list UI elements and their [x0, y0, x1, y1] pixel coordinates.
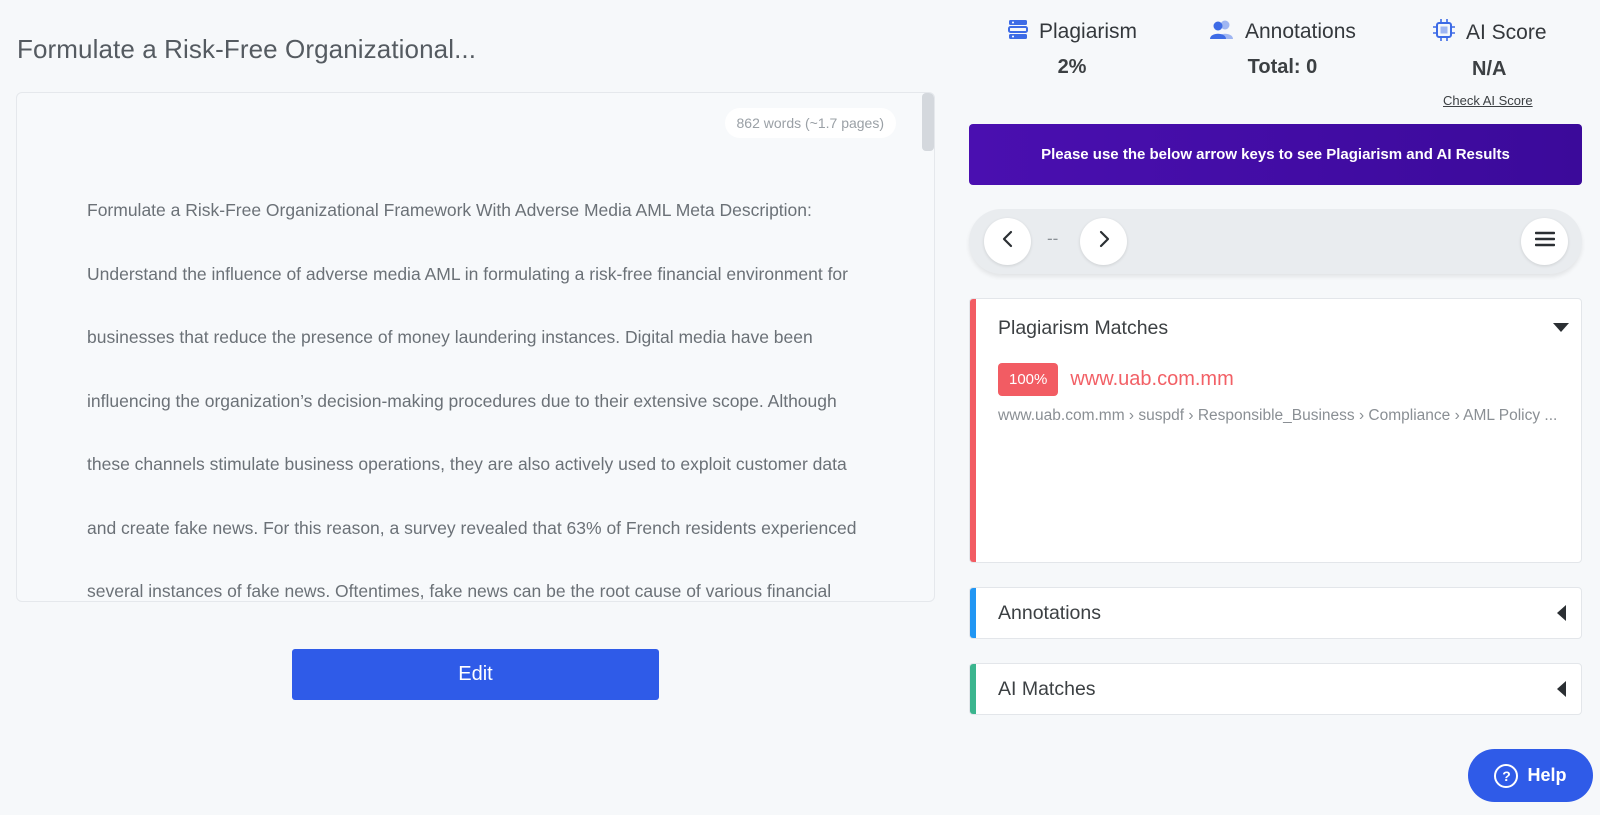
annotations-panel-title[interactable]: Annotations: [998, 602, 1101, 625]
ai-score-value: N/A: [1472, 58, 1507, 80]
instruction-banner: Please use the below arrow keys to see P…: [969, 124, 1582, 185]
document-scrollbar[interactable]: [922, 93, 934, 151]
edit-button[interactable]: Edit: [292, 649, 659, 700]
match-item[interactable]: 100% www.uab.com.mm: [998, 363, 1234, 396]
question-circle-icon: ?: [1494, 763, 1519, 788]
panel-accent-bar: [970, 299, 976, 562]
chevron-left-icon: [1001, 230, 1015, 253]
document-line: influencing the organization’s decision-…: [87, 390, 837, 411]
panel-accent-bar: [970, 588, 976, 638]
ai-score-stat: AI Score N/A: [1432, 18, 1547, 81]
next-result-button[interactable]: [1080, 218, 1127, 265]
plagiarism-matches-panel: Plagiarism Matches 100% www.uab.com.mm w…: [969, 298, 1582, 563]
document-line: these channels stimulate business operat…: [87, 454, 847, 474]
plagiarism-value: 2%: [1057, 56, 1087, 78]
document-line: Understand the influence of adverse medi…: [87, 263, 848, 284]
document-line: Formulate a Risk-Free Organizational Fra…: [87, 200, 812, 220]
results-navigator: --: [969, 209, 1582, 274]
check-ai-score-link[interactable]: Check AI Score: [1443, 93, 1533, 108]
help-button[interactable]: ? Help: [1468, 749, 1593, 802]
help-label: Help: [1527, 765, 1567, 785]
document-line: businesses that reduce the presence of m…: [87, 327, 813, 347]
plagiarism-label: Plagiarism: [1039, 20, 1138, 43]
word-count-badge: 862 words (~1.7 pages): [724, 108, 896, 138]
annotations-panel[interactable]: Annotations: [969, 587, 1582, 639]
caret-down-icon[interactable]: [1553, 323, 1569, 332]
chevron-right-icon: [1097, 230, 1111, 253]
document-viewer[interactable]: 862 words (~1.7 pages) Formulate a Risk-…: [16, 92, 935, 602]
caret-left-icon[interactable]: [1557, 605, 1566, 621]
document-line: and create fake news. For this reason, a…: [87, 517, 857, 538]
panel-accent-bar: [970, 664, 976, 714]
previous-result-button[interactable]: [984, 218, 1031, 265]
annotations-label: Annotations: [1245, 20, 1356, 43]
document-line: several instances of fake news. Oftentim…: [87, 581, 832, 601]
ai-chip-icon: [1432, 18, 1456, 48]
match-percent-badge: 100%: [998, 363, 1059, 396]
caret-left-icon[interactable]: [1557, 681, 1566, 697]
ai-matches-panel[interactable]: AI Matches: [969, 663, 1582, 715]
result-index: --: [1047, 229, 1059, 248]
plagiarism-stat: Plagiarism 2%: [1007, 18, 1137, 79]
document-title: Formulate a Risk-Free Organizational...: [17, 34, 477, 64]
ai-matches-panel-title[interactable]: AI Matches: [998, 678, 1096, 701]
ai-score-label: AI Score: [1466, 21, 1547, 44]
server-stack-icon: [1007, 18, 1029, 46]
hamburger-menu-icon: [1534, 231, 1555, 252]
match-source-link[interactable]: www.uab.com.mm: [1070, 368, 1233, 391]
plagiarism-matches-title[interactable]: Plagiarism Matches: [998, 317, 1168, 340]
match-source-path: www.uab.com.mm › suspdf › Responsible_Bu…: [998, 407, 1558, 424]
document-body: Formulate a Risk-Free Organizational Fra…: [87, 179, 877, 601]
annotations-value: Total: 0: [1247, 56, 1318, 78]
annotations-stat: Annotations Total: 0: [1209, 18, 1356, 79]
results-menu-button[interactable]: [1521, 218, 1568, 265]
users-icon: [1209, 18, 1235, 46]
